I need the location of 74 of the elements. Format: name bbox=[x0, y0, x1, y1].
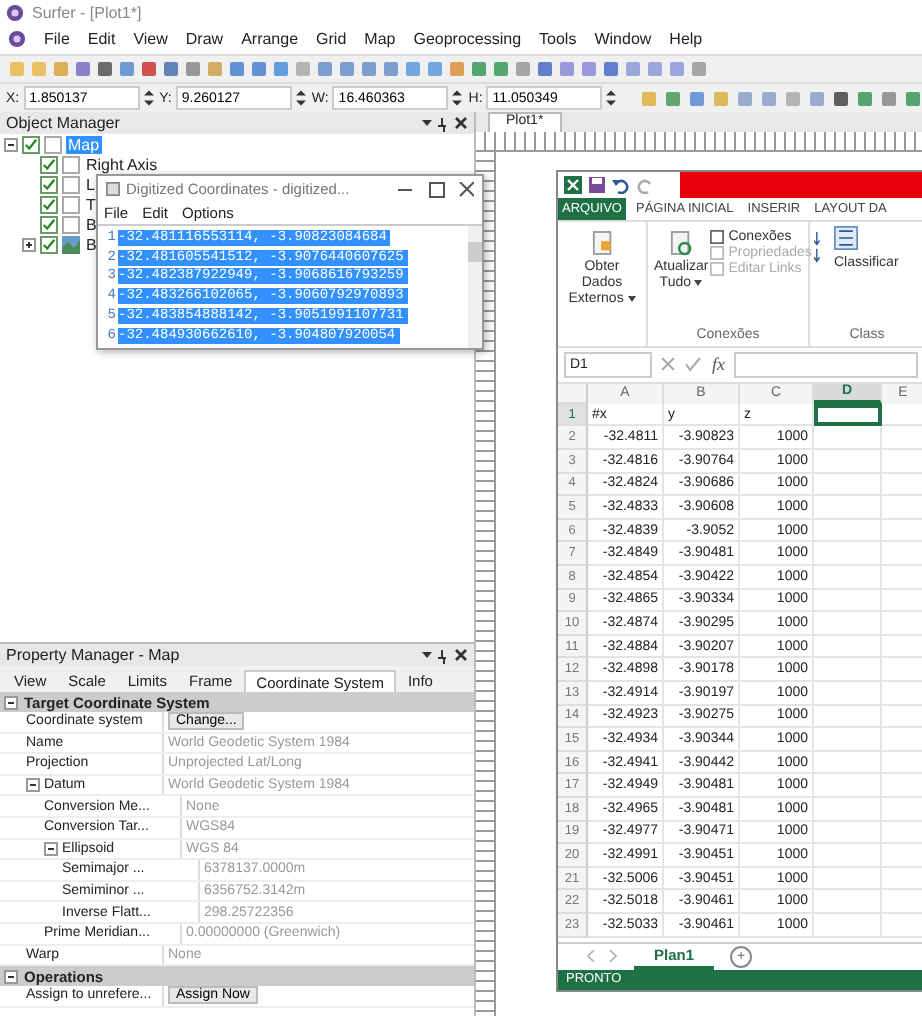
spreadsheet-app-icon bbox=[564, 176, 582, 194]
formula-field[interactable] bbox=[733, 351, 918, 378]
table-cell bbox=[814, 913, 882, 937]
object-icon bbox=[44, 135, 62, 153]
menu-item[interactable]: File bbox=[44, 30, 70, 48]
collapse-icon[interactable] bbox=[4, 137, 18, 151]
table-cell bbox=[814, 450, 882, 474]
table-cell bbox=[814, 658, 882, 682]
layer-icon bbox=[62, 235, 80, 253]
menu-item[interactable]: Tools bbox=[539, 30, 577, 48]
table-cell bbox=[814, 542, 882, 566]
refresh-icon bbox=[670, 229, 693, 256]
table-cell bbox=[814, 821, 882, 845]
window-icon bbox=[106, 182, 120, 196]
tree-item[interactable]: Right Axis bbox=[84, 155, 160, 173]
table-cell bbox=[814, 728, 882, 752]
tree-item[interactable]: T bbox=[84, 195, 98, 213]
collapse-icon[interactable] bbox=[44, 841, 58, 856]
menu-item[interactable]: Grid bbox=[316, 30, 347, 48]
table-cell bbox=[814, 589, 882, 613]
tree-item[interactable]: L bbox=[84, 175, 97, 193]
window-controls-icon[interactable] bbox=[394, 181, 474, 197]
menu-item[interactable]: Edit bbox=[87, 30, 116, 48]
sheet-nav-icon[interactable] bbox=[586, 950, 618, 962]
table-cell bbox=[814, 426, 882, 451]
table-cell bbox=[814, 844, 882, 868]
tree-item[interactable]: B bbox=[84, 235, 99, 253]
collapse-icon[interactable] bbox=[4, 695, 18, 709]
cancel-enter-icon[interactable] bbox=[660, 356, 704, 373]
expand-icon[interactable] bbox=[22, 237, 36, 251]
panel-title: Object Manager bbox=[6, 114, 120, 132]
menu-item[interactable]: Help bbox=[669, 30, 703, 48]
menu-item[interactable]: Arrange bbox=[241, 30, 299, 48]
window-title: Surfer - [Plot1*] bbox=[32, 3, 142, 21]
table-cell bbox=[814, 566, 882, 590]
menu-item[interactable]: View bbox=[133, 30, 168, 48]
collapse-icon[interactable] bbox=[26, 778, 40, 793]
collapse-icon[interactable] bbox=[4, 969, 18, 984]
caret-icon bbox=[694, 279, 703, 286]
table-cell bbox=[814, 519, 882, 543]
table-cell bbox=[814, 635, 882, 659]
visibility-checkbox[interactable] bbox=[40, 155, 58, 173]
visibility-checkbox[interactable] bbox=[22, 135, 40, 153]
insert-function-button[interactable]: fx bbox=[712, 354, 725, 375]
pane-controls-icon[interactable] bbox=[420, 115, 468, 131]
visibility-checkbox[interactable] bbox=[40, 175, 58, 193]
table-cell bbox=[814, 890, 882, 914]
table-cell bbox=[814, 774, 882, 798]
save-icon[interactable] bbox=[588, 176, 606, 194]
visibility-checkbox[interactable] bbox=[40, 235, 58, 253]
redo-icon[interactable] bbox=[636, 176, 654, 194]
document-icon bbox=[591, 229, 613, 256]
table-cell bbox=[814, 751, 882, 775]
table-cell bbox=[814, 403, 882, 427]
pane-controls-icon[interactable] bbox=[420, 647, 468, 663]
table-cell bbox=[814, 681, 882, 706]
menu-item[interactable]: Window bbox=[594, 30, 652, 48]
menu-item[interactable]: Map bbox=[364, 30, 396, 48]
table-cell bbox=[814, 705, 882, 729]
sort-dialog-icon[interactable] bbox=[834, 225, 858, 250]
table-cell bbox=[814, 473, 882, 497]
table-cell bbox=[814, 797, 882, 822]
table-cell bbox=[814, 867, 882, 891]
panel-title: Property Manager - Map bbox=[6, 646, 180, 664]
table-cell bbox=[814, 612, 882, 636]
menu-item[interactable]: Geoprocessing bbox=[413, 30, 522, 48]
visibility-checkbox[interactable] bbox=[40, 195, 58, 213]
caret-icon bbox=[627, 295, 636, 302]
table-cell bbox=[814, 496, 882, 520]
menu-item[interactable]: Draw bbox=[185, 30, 224, 48]
vertical-scrollbar[interactable] bbox=[468, 226, 482, 348]
visibility-checkbox[interactable] bbox=[40, 215, 58, 233]
undo-icon[interactable] bbox=[612, 176, 630, 194]
tree-item[interactable]: B bbox=[84, 215, 99, 233]
